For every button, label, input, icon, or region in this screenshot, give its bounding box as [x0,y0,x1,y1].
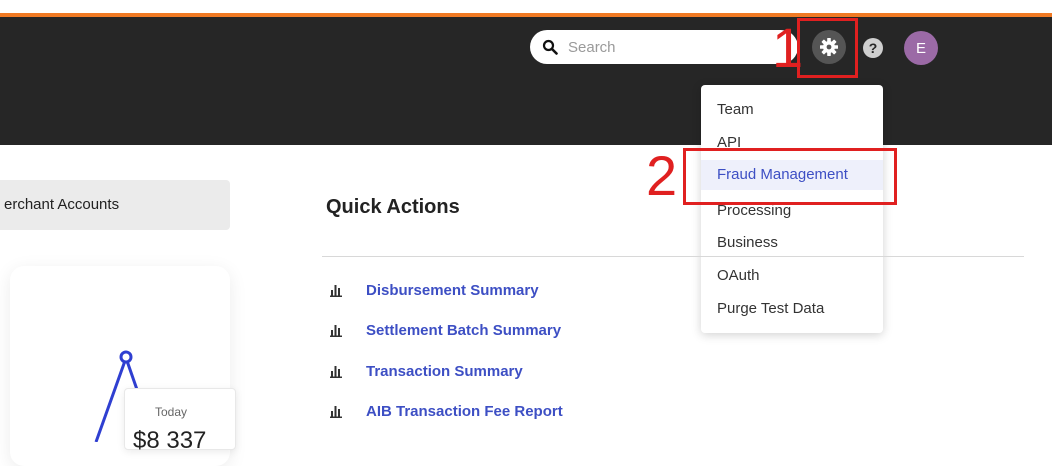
menu-item-team[interactable]: Team [701,95,883,125]
transaction-summary-link[interactable]: Transaction Summary [366,363,523,380]
report-icon [330,366,342,378]
search-icon [542,39,558,55]
report-icon [330,285,342,297]
quick-action-item: AIB Transaction Fee Report [330,399,563,423]
annotation-box-settings [797,18,858,78]
menu-item-oauth[interactable]: OAuth [701,261,883,291]
settings-dropdown-menu: Team API Fraud Management Processing Bus… [701,85,883,333]
help-icon: ? [868,40,878,56]
settlement-batch-summary-link[interactable]: Settlement Batch Summary [366,322,561,339]
search-box[interactable] [530,30,798,64]
avatar-initial: E [915,39,926,57]
search-input[interactable] [566,37,770,57]
report-icon [330,325,342,337]
quick-action-item: Settlement Batch Summary [330,318,561,342]
tooltip-label: Today [154,405,187,419]
menu-item-purge-test-data[interactable]: Purge Test Data [701,294,883,324]
report-icon [330,406,342,418]
aib-transaction-fee-report-link[interactable]: AIB Transaction Fee Report [366,403,563,420]
header-bar [0,17,1052,145]
annotation-step-1: 1 [772,16,804,79]
annotation-step-2: 2 [646,144,678,207]
disbursement-summary-link[interactable]: Disbursement Summary [366,282,539,299]
help-button[interactable]: ? [863,38,883,58]
tab-merchant-accounts[interactable]: erchant Accounts [0,180,230,230]
tooltip-value: $8 337 [133,427,207,454]
avatar[interactable]: E [904,31,938,65]
chart-tooltip: Today $8 337 [124,388,236,454]
quick-actions-title: Quick Actions [326,196,460,218]
quick-action-item: Transaction Summary [330,359,523,383]
quick-actions-divider [322,256,1024,257]
quick-action-item: Disbursement Summary [330,278,539,302]
tab-merchant-accounts-label: erchant Accounts [4,196,120,213]
menu-item-business[interactable]: Business [701,228,883,258]
annotation-box-fraud-management [683,148,897,205]
